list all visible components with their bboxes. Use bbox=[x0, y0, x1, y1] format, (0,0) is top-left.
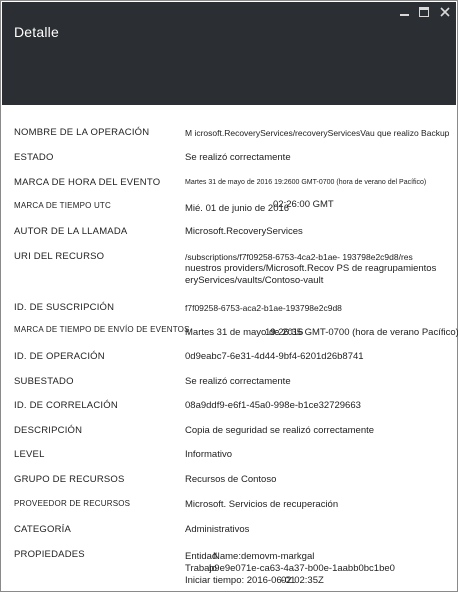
maximize-button[interactable] bbox=[416, 5, 432, 19]
detail-key: MARCA DE TIEMPO UTC bbox=[14, 201, 111, 210]
detail-value: Copia de seguridad se realizó correctame… bbox=[185, 425, 447, 437]
detail-key: LEVEL bbox=[14, 449, 45, 460]
detail-key: ID. DE OPERACIÓN bbox=[14, 351, 105, 362]
value-line: Recursos de Contoso bbox=[185, 474, 277, 485]
value-line: Se realizó correctamente bbox=[185, 376, 291, 387]
detail-key: SUBESTADO bbox=[14, 376, 74, 387]
detail-key: PROPIEDADES bbox=[14, 549, 85, 560]
detail-key: ID. DE CORRELACIÓN bbox=[14, 400, 118, 411]
detail-key: MARCA DE TIEMPO DE ENVÍO DE EVENTOS bbox=[14, 325, 190, 334]
value-line: eryServices/vaults/Contoso-vault bbox=[185, 275, 324, 286]
value-line: Microsoft. Servicios de recuperación bbox=[185, 499, 339, 510]
detail-value: Martes 31 de mayo de 2016 19:26:35 GMT-0… bbox=[185, 327, 458, 339]
property-start-time: Iniciar tiempo: 2016-06-01 02:02:35Z bbox=[185, 575, 447, 587]
value-line: Microsoft.RecoveryServices bbox=[185, 226, 303, 237]
detail-content: NOMBRE DE LA OPERACIÓN M icrosoft.Recove… bbox=[2, 105, 458, 591]
close-icon bbox=[440, 7, 450, 17]
detail-value: Microsoft.RecoveryServices bbox=[185, 226, 447, 238]
detail-key: DESCRIPCIÓN bbox=[14, 425, 83, 436]
detail-value: 0d9eabc7-6e31-4d44-9bf4-6201d26b8741 bbox=[185, 351, 447, 363]
value-line: Name:demovm-markgal bbox=[213, 551, 315, 562]
property-entity: Entidad Name:demovm-markgal bbox=[185, 551, 447, 563]
detail-value: Se realizó correctamente bbox=[185, 376, 447, 388]
detail-key: AUTOR DE LA LLAMADA bbox=[14, 226, 128, 237]
detail-key: NOMBRE DE LA OPERACIÓN bbox=[14, 127, 150, 138]
value-line: 02:26:00 GMT bbox=[273, 199, 334, 210]
minimize-button[interactable] bbox=[396, 5, 412, 19]
detail-key: ESTADO bbox=[14, 152, 54, 163]
detail-value: Informativo bbox=[185, 449, 447, 461]
value-line: 08a9ddf9-e6f1-45a0-998e-b1ce32729663 bbox=[185, 400, 361, 411]
detail-key: ID. DE SUSCRIPCIÓN bbox=[14, 302, 115, 313]
detail-value: Se realizó correctamente bbox=[185, 152, 447, 164]
detail-key: URI DEL RECURSO bbox=[14, 251, 105, 262]
detail-window: Detalle NOMBRE DE LA OPERACIÓN M icrosof… bbox=[0, 0, 458, 592]
close-button[interactable] bbox=[437, 5, 453, 19]
value-line: 19:26:35 GMT-0700 (hora de verano Pacífi… bbox=[265, 327, 458, 338]
value-line: M icrosoft.RecoveryServices/recoveryServ… bbox=[185, 128, 450, 138]
value-line: 02:02:35Z bbox=[281, 575, 324, 586]
detail-value: Administrativos bbox=[185, 524, 447, 536]
value-line: Copia de seguridad se realizó correctame… bbox=[185, 425, 375, 436]
detail-key: MARCA DE HORA DEL EVENTO bbox=[14, 177, 161, 188]
detail-key: GRUPO DE RECURSOS bbox=[14, 474, 125, 485]
maximize-icon bbox=[419, 7, 429, 17]
value-line: nuestros providers/Microsoft.Recov PS de… bbox=[185, 263, 437, 274]
property-job: Trabajo b9e9e071e-ca63-4a37-b00e-1aabb0b… bbox=[185, 563, 447, 575]
detail-key: CATEGORÍA bbox=[14, 524, 72, 535]
value-line: f7f09258-6753-aca2-b1ae-193798e2c9d8 bbox=[185, 303, 342, 313]
value-line: Se realizó correctamente bbox=[185, 152, 291, 163]
detail-value: Entidad Name:demovm-markgal Trabajo b9e9… bbox=[185, 551, 447, 587]
detail-value: /subscriptions/f7f09258-6753-4ca2-b1ae- … bbox=[185, 251, 447, 287]
detail-value: Recursos de Contoso bbox=[185, 474, 447, 486]
detail-key: PROVEEDOR DE RECURSOS bbox=[14, 499, 131, 508]
detail-value: f7f09258-6753-aca2-b1ae-193798e2c9d8 bbox=[185, 302, 447, 314]
detail-value: M icrosoft.RecoveryServices/recoveryServ… bbox=[185, 127, 450, 139]
value-line: Martes 31 de mayo de 2016 19:2600 GMT-07… bbox=[185, 179, 427, 186]
minimize-icon bbox=[399, 14, 409, 16]
detail-value: Mié. 01 de junio de 2016 02:26:00 GMT bbox=[185, 199, 447, 215]
value-line: b9e9e071e-ca63-4a37-b00e-1aabb0bc1be0 bbox=[209, 563, 395, 574]
detail-value: Microsoft. Servicios de recuperación bbox=[185, 499, 447, 511]
value-line: Informativo bbox=[185, 449, 232, 460]
value-line: /subscriptions/f7f09258-6753-4ca2-b1ae- … bbox=[185, 252, 413, 262]
window-title: Detalle bbox=[14, 24, 59, 40]
window-header: Detalle bbox=[2, 2, 456, 105]
value-line: Iniciar tiempo: 2016-06-01 bbox=[185, 575, 296, 586]
value-line: 0d9eabc7-6e31-4d44-9bf4-6201d26b8741 bbox=[185, 351, 364, 362]
detail-value: Martes 31 de mayo de 2016 19:2600 GMT-07… bbox=[185, 177, 447, 189]
value-line: Administrativos bbox=[185, 524, 250, 535]
detail-value: 08a9ddf9-e6f1-45a0-998e-b1ce32729663 bbox=[185, 400, 447, 412]
